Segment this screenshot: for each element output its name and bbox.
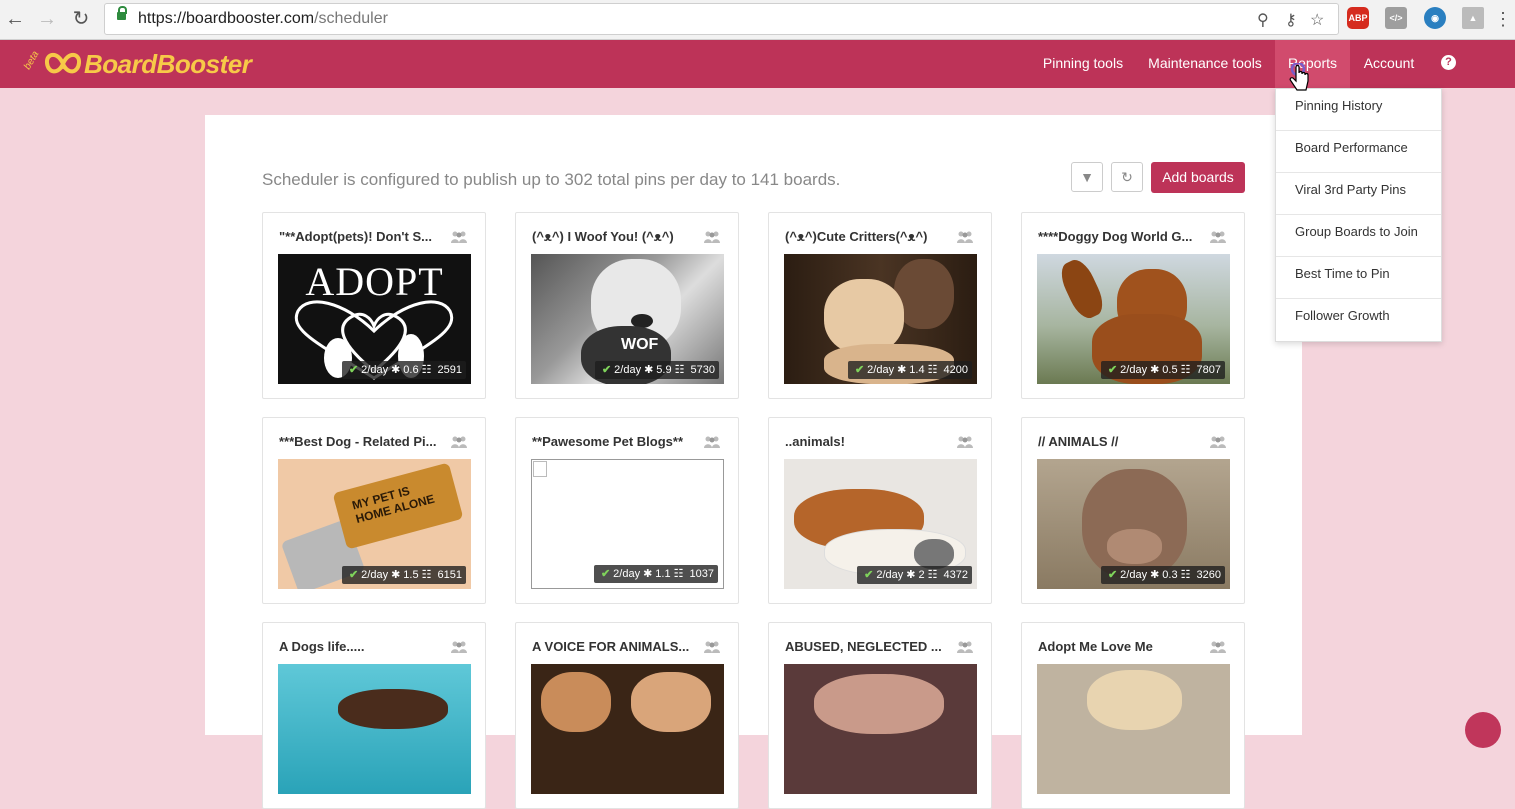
group-board-icon — [451, 231, 467, 243]
board-thumbnail — [278, 664, 471, 794]
code-icon[interactable]: </> — [1385, 7, 1407, 29]
star-icon[interactable]: ☆ — [1310, 10, 1324, 30]
nav-pinning-tools[interactable]: Pinning tools — [1036, 40, 1130, 88]
group-board-icon — [451, 641, 467, 653]
group-board-icon — [957, 641, 973, 653]
board-card[interactable]: ****Doggy Dog World G... ✔ 2/day ✱ 0.5 ☷ 780… — [1021, 212, 1245, 399]
group-board-icon — [704, 641, 720, 653]
address-bar[interactable]: https://boardbooster.com/scheduler ⚲ ⚷ ☆ — [104, 3, 1339, 35]
forward-icon[interactable]: → — [34, 6, 60, 32]
board-title: A Dogs life..... — [279, 639, 365, 654]
board-card[interactable]: A VOICE FOR ANIMALS... — [515, 622, 739, 809]
board-title: (^ᴥ^)Cute Critters(^ᴥ^) — [785, 229, 928, 244]
lock-icon — [117, 6, 127, 20]
board-title: A VOICE FOR ANIMALS... — [532, 639, 690, 654]
group-board-icon — [704, 436, 720, 448]
board-card[interactable]: (^ᴥ^)Cute Critters(^ᴥ^) ✔ 2/day ✱ 1.4 ☷ 4200 — [768, 212, 992, 399]
board-title: // ANIMALS // — [1038, 434, 1119, 449]
group-board-icon — [957, 231, 973, 243]
board-stats: ✔ 2/day ✱ 1.4 ☷ 4200 — [847, 361, 972, 379]
board-title: Adopt Me Love Me — [1038, 639, 1153, 654]
eye-extension-icon[interactable]: ◉ — [1424, 7, 1446, 29]
scheduler-summary: Scheduler is configured to publish up to… — [262, 170, 841, 189]
board-stats: ✔ 2/day ✱ 1.5 ☷ 6151 — [341, 566, 466, 584]
board-thumbnail: WOF ✔ 2/day ✱ 5.9 ☷ 5730 — [531, 254, 724, 384]
woof-image-text: WOF — [621, 336, 659, 353]
group-board-icon — [957, 436, 973, 448]
menu-item-viral-3rd-party-pins[interactable]: Viral 3rd Party Pins — [1276, 173, 1441, 215]
board-stats: ✔ 2/day ✱ 1.1 ☷ 1037 — [593, 565, 718, 583]
nav-reports[interactable]: Reports — [1275, 40, 1350, 88]
refresh-icon: ↻ — [1121, 169, 1133, 185]
board-thumbnail: ✔ 2/day ✱ 0.5 ☷ 7807 — [1037, 254, 1230, 384]
reports-dropdown: Pinning History Board Performance Viral … — [1275, 88, 1442, 342]
broken-image-icon — [533, 461, 547, 477]
board-title: ****Doggy Dog World G... — [1038, 229, 1193, 244]
board-card[interactable]: ***Best Dog - Related Pi... MY PET IS HO… — [262, 417, 486, 604]
board-thumbnail: ✔ 2/day ✱ 1.4 ☷ 4200 — [784, 254, 977, 384]
butterfly-logo-icon — [45, 52, 81, 74]
scroll-to-top-button[interactable] — [1465, 712, 1501, 748]
beta-label: beta — [22, 49, 42, 72]
add-boards-button[interactable]: Add boards — [1151, 162, 1245, 193]
filter-icon: ▼ — [1080, 169, 1094, 185]
board-title: ***Best Dog - Related Pi... — [279, 434, 437, 449]
adblock-icon[interactable]: ABP — [1347, 7, 1369, 29]
menu-item-follower-growth[interactable]: Follower Growth — [1276, 299, 1441, 341]
board-thumbnail-broken: ✔ 2/day ✱ 1.1 ☷ 1037 — [531, 459, 724, 589]
board-thumbnail: ✔ 2/day ✱ 0.3 ☷ 3260 — [1037, 459, 1230, 589]
hand-cursor-icon — [1289, 63, 1309, 91]
board-title: (^ᴥ^) I Woof You! (^ᴥ^) — [532, 229, 674, 244]
refresh-button[interactable]: ↻ — [1111, 162, 1143, 192]
board-thumbnail: ✔ 2/day ✱ 2 ☷ 4372 — [784, 459, 977, 589]
help-icon[interactable]: ? — [1441, 55, 1456, 70]
nav-account[interactable]: Account — [1357, 40, 1421, 88]
board-card[interactable]: "**Adopt(pets)! Don't S... ADOPT ✔ 2/day ✱… — [262, 212, 486, 399]
menu-icon[interactable]: ⋮ — [1490, 6, 1515, 32]
menu-item-board-performance[interactable]: Board Performance — [1276, 131, 1441, 173]
menu-item-best-time-to-pin[interactable]: Best Time to Pin — [1276, 257, 1441, 299]
board-title: ..animals! — [785, 434, 845, 449]
board-card[interactable]: Adopt Me Love Me — [1021, 622, 1245, 809]
board-title: ABUSED, NEGLECTED ... — [785, 639, 942, 654]
board-stats: ✔ 2/day ✱ 0.3 ☷ 3260 — [1100, 566, 1225, 584]
board-stats: ✔ 2/day ✱ 0.6 ☷ 2591 — [341, 361, 466, 379]
group-board-icon — [1210, 436, 1226, 448]
board-title: "**Adopt(pets)! Don't S... — [279, 229, 432, 244]
back-icon[interactable]: ← — [2, 6, 28, 32]
board-stats: ✔ 2/day ✱ 2 ☷ 4372 — [857, 566, 972, 584]
drive-icon[interactable]: ▲ — [1462, 7, 1484, 29]
board-card[interactable]: ABUSED, NEGLECTED ... — [768, 622, 992, 809]
board-card[interactable]: (^ᴥ^) I Woof You! (^ᴥ^) WOF ✔ 2/day ✱ 5.9 ☷ … — [515, 212, 739, 399]
board-card[interactable]: // ANIMALS // ✔ 2/day ✱ 0.3 ☷ 3260 — [1021, 417, 1245, 604]
board-card[interactable]: **Pawesome Pet Blogs** ✔ 2/day ✱ 1.1 ☷ 1037 — [515, 417, 739, 604]
board-thumbnail — [784, 664, 977, 794]
board-stats: ✔ 2/day ✱ 5.9 ☷ 5730 — [594, 361, 719, 379]
filter-button[interactable]: ▼ — [1071, 162, 1103, 192]
board-thumbnail: ADOPT ✔ 2/day ✱ 0.6 ☷ 2591 — [278, 254, 471, 384]
group-board-icon — [1210, 231, 1226, 243]
group-board-icon — [451, 436, 467, 448]
board-thumbnail — [1037, 664, 1230, 794]
board-card[interactable]: ..animals! ✔ 2/day ✱ 2 ☷ 4372 — [768, 417, 992, 604]
group-board-icon — [704, 231, 720, 243]
reload-icon[interactable]: ↻ — [68, 6, 94, 32]
board-thumbnail — [531, 664, 724, 794]
group-board-icon — [1210, 641, 1226, 653]
key-icon[interactable]: ⚷ — [1285, 10, 1297, 30]
zoom-icon[interactable]: ⚲ — [1257, 10, 1269, 30]
board-thumbnail: MY PET IS HOME ALONE ✔ 2/day ✱ 1.5 ☷ 6151 — [278, 459, 471, 589]
board-card[interactable]: A Dogs life..... — [262, 622, 486, 809]
logo-text: BoardBooster — [84, 49, 252, 79]
board-stats: ✔ 2/day ✱ 0.5 ☷ 7807 — [1100, 361, 1225, 379]
menu-item-pinning-history[interactable]: Pinning History — [1276, 89, 1441, 131]
nav-maintenance-tools[interactable]: Maintenance tools — [1142, 40, 1268, 88]
url-text: https://boardbooster.com/scheduler — [138, 10, 388, 27]
menu-item-group-boards-to-join[interactable]: Group Boards to Join — [1276, 215, 1441, 257]
board-title: **Pawesome Pet Blogs** — [532, 434, 684, 449]
browser-toolbar: ← → ↻ https://boardbooster.com/scheduler… — [0, 0, 1515, 40]
